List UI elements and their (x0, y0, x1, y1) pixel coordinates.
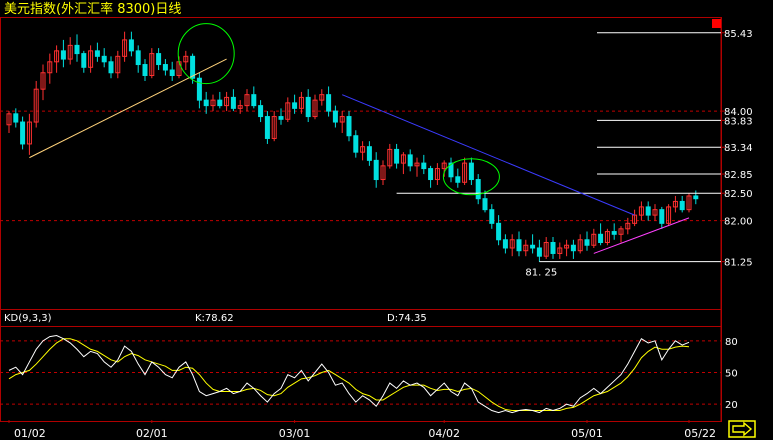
candle-body (550, 242, 556, 254)
kd-tick-label: 50 (725, 369, 738, 380)
price-tick-label: 83.34 (724, 143, 753, 154)
candle-body (251, 94, 257, 107)
candle-body (516, 239, 522, 252)
candle-body (489, 209, 495, 224)
kd-tick-label: 20 (725, 400, 738, 411)
candle-body (332, 110, 338, 123)
candle-body (305, 96, 311, 118)
candle-body (570, 244, 576, 252)
candle-body (217, 99, 223, 107)
x-tick-label: 02/01 (136, 427, 168, 440)
x-tick-label: 04/02 (428, 427, 460, 440)
k-line (8, 335, 690, 414)
candle-body (407, 154, 413, 167)
highlight-circle (177, 23, 235, 85)
candle-body (373, 159, 379, 181)
candle-body (536, 247, 542, 257)
candle-body (475, 179, 481, 200)
candle-body (394, 148, 400, 164)
candle-body (421, 162, 427, 170)
candle-body (101, 55, 107, 63)
candle-body (128, 39, 134, 52)
candle-body (292, 102, 298, 109)
candle-body (428, 168, 434, 181)
candle-body (13, 113, 19, 123)
candle-body (584, 239, 590, 246)
price-annotation: 81. 25 (525, 268, 557, 279)
kd-k-value: K:78.62 (195, 313, 234, 324)
kd-d-value: D:74.35 (387, 313, 427, 324)
candle-body (502, 239, 508, 249)
candle-body (496, 222, 502, 241)
x-tick-label: 03/01 (279, 427, 311, 440)
candle-body (264, 116, 270, 139)
candle-body (482, 198, 488, 211)
candle-body (108, 61, 114, 74)
price-tick-label: 82.00 (724, 217, 753, 228)
x-tick-label: 05/01 (571, 427, 603, 440)
price-tick-label: 85.43 (724, 29, 753, 40)
price-tick-label: 81.25 (724, 258, 753, 269)
candle-body (142, 64, 148, 76)
candle-body (60, 50, 66, 60)
candle-body (598, 233, 604, 244)
candle-body (162, 64, 168, 71)
candle-body (81, 53, 87, 68)
d-line (8, 338, 690, 411)
chart-svg: 美元指数(外汇汇率 8300)日线 81. 25 KD(9,3,3) K:78.6… (0, 1, 756, 440)
candle-body (20, 121, 26, 145)
candle-body (455, 176, 461, 183)
candle-body (366, 146, 372, 161)
candle-body (74, 44, 80, 55)
support-line (593, 217, 690, 254)
candle-body (278, 116, 284, 120)
outer-frame (0, 17, 722, 422)
x-tick-label: 05/22 (684, 427, 716, 440)
candle-body (156, 53, 162, 66)
candle-body (94, 50, 100, 57)
price-tick-label: 82.85 (724, 170, 753, 181)
candle-body (645, 206, 651, 216)
candle-body (679, 200, 685, 211)
candlestick-panel: 81. 25 (0, 23, 721, 279)
candle-body (468, 162, 474, 181)
downtrend-line (342, 94, 635, 216)
candle-body (353, 135, 359, 153)
candle-body (135, 50, 141, 66)
candle-body (203, 99, 209, 107)
candle-body (530, 244, 536, 249)
candle-body (230, 96, 236, 109)
candle-body (326, 94, 332, 112)
kd-indicator-panel: KD(9,3,3) K:78.62 D:74.35 (0, 313, 721, 414)
candle-body (346, 116, 352, 137)
price-tick-label: 83.83 (724, 116, 753, 127)
candle-body (258, 105, 264, 118)
x-tick-label: 01/02 (14, 427, 46, 440)
kd-indicator-label: KD(9,3,3) (4, 313, 52, 324)
candle-body (196, 77, 202, 101)
candle-body (659, 209, 665, 224)
scroll-right-arrow-icon[interactable] (728, 420, 756, 438)
uptrend-line (29, 58, 227, 159)
chart-frame (0, 17, 722, 422)
axis-labels: 85.4384.0083.8383.3482.8582.5082.0081.25… (8, 29, 753, 440)
candle-body (693, 195, 699, 200)
candle-body (611, 231, 617, 235)
price-tick-label: 82.50 (724, 189, 753, 200)
corner-marker-icon (712, 19, 721, 28)
chart-title: 美元指数(外汇汇率 8300)日线 (4, 1, 181, 17)
kd-tick-label: 80 (725, 337, 738, 348)
candle-body (169, 69, 175, 76)
